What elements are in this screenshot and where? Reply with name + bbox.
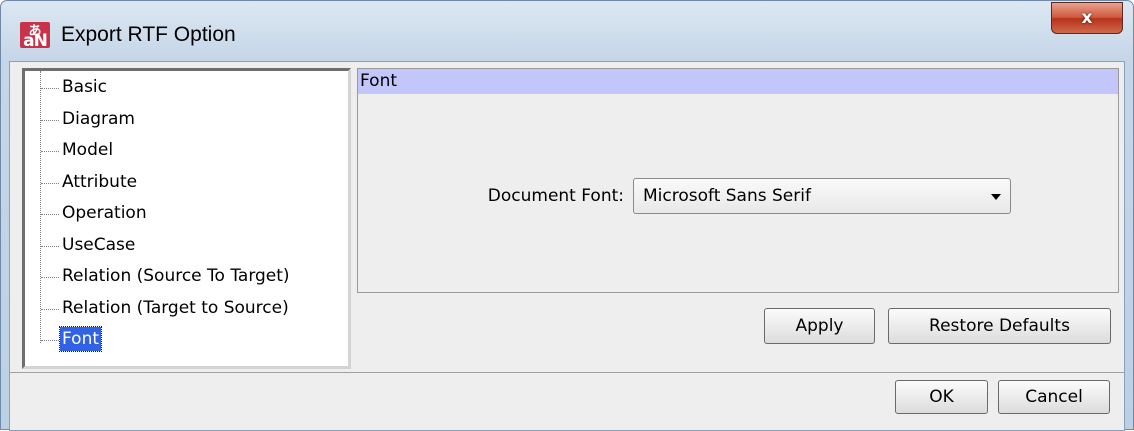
tree-item-label: Relation (Source To Target) (62, 266, 290, 286)
tree-item-label: Font (58, 326, 103, 352)
tree-branch-line (41, 214, 59, 215)
tree-branch-line (41, 277, 59, 278)
tree-item-label: Attribute (62, 171, 138, 192)
cancel-button[interactable]: Cancel (998, 380, 1110, 414)
tree-item-0[interactable]: Basic (25, 73, 345, 103)
document-font-value: Microsoft Sans Serif (643, 186, 811, 206)
tree-item-6[interactable]: Relation (Source To Target) (25, 262, 345, 292)
restore-defaults-button[interactable]: Restore Defaults (888, 308, 1111, 344)
tree-item-5[interactable]: UseCase (25, 231, 345, 261)
close-button[interactable]: x (1051, 2, 1123, 34)
dialog-client-area: Basic Diagram Model Attribute Operation UseCa… (9, 61, 1125, 431)
option-category-tree[interactable]: Basic Diagram Model Attribute Operation UseCa… (22, 68, 351, 369)
tree-item-1[interactable]: Diagram (25, 105, 345, 135)
tree-item-label: Operation (62, 203, 147, 223)
tree-branch-line (41, 119, 59, 121)
tree-item-label: Basic (62, 77, 108, 97)
app-icon: あ aN (20, 22, 50, 48)
apply-button[interactable]: Apply (764, 308, 875, 344)
tree-branch-line (41, 88, 59, 89)
tree-branch-line (41, 308, 59, 310)
tree-item-7[interactable]: Relation (Target to Source) (25, 294, 345, 324)
document-font-dropdown[interactable]: Microsoft Sans Serif (633, 178, 1011, 214)
tree-branch-line (41, 245, 59, 247)
tree-item-label: UseCase (62, 234, 136, 255)
tree-branch-line (41, 340, 59, 341)
window-title: Export RTF Option (61, 23, 236, 46)
export-rtf-option-dialog: あ aN Export RTF Option x Basic Diagram Mod… (0, 0, 1134, 431)
tree-branch-line (41, 182, 59, 184)
panel-header-title: Font (360, 71, 398, 91)
document-font-label: Document Font: (487, 186, 624, 206)
app-icon-glyph-bottom: aN (23, 31, 48, 48)
tree-item-4[interactable]: Operation (25, 199, 345, 229)
chevron-down-icon (991, 194, 1001, 200)
panel-header: Font (358, 69, 1118, 94)
tree-item-label: Model (62, 140, 114, 160)
ok-button[interactable]: OK (895, 380, 988, 414)
tree-item-8[interactable]: Font (25, 325, 345, 355)
tree-item-3[interactable]: Attribute (25, 168, 345, 198)
close-icon: x (1081, 8, 1093, 28)
footer-separator (10, 372, 1124, 373)
title-bar[interactable]: あ aN Export RTF Option x (1, 1, 1133, 61)
font-settings-panel: Font Document Font: Microsoft Sans Serif (357, 68, 1119, 293)
tree-item-2[interactable]: Model (25, 136, 345, 166)
tree-branch-line (41, 151, 59, 152)
tree-item-label: Relation (Target to Source) (62, 297, 289, 318)
tree-item-label: Diagram (62, 108, 135, 129)
